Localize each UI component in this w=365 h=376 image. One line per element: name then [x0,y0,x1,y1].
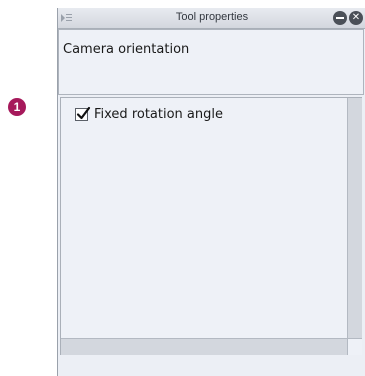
option-list-content: Fixed rotation angle [61,98,346,338]
checkmark-icon [76,106,91,119]
section-label: Camera orientation [63,42,190,57]
panel-title: Tool properties [175,11,249,23]
close-icon: ✕ [351,12,361,23]
minimize-icon [336,17,344,19]
option-fixed-rotation-angle[interactable]: Fixed rotation angle [75,106,223,122]
callout-marker: 1 [8,98,26,116]
section-header-box: Camera orientation [58,29,364,95]
close-button[interactable]: ✕ [349,11,363,25]
title-bar[interactable]: Tool properties ✕ [58,8,365,29]
vertical-scrollbar[interactable] [347,98,362,338]
option-list: Fixed rotation angle [60,97,362,355]
option-label: Fixed rotation angle [94,106,223,122]
horizontal-scrollbar[interactable] [61,338,347,355]
tool-properties-panel: Tool properties ✕ Camera orientation Fix… [57,8,365,376]
minimize-button[interactable] [333,11,347,25]
fixed-rotation-angle-checkbox[interactable] [75,106,91,121]
scrollbar-corner [347,338,362,355]
